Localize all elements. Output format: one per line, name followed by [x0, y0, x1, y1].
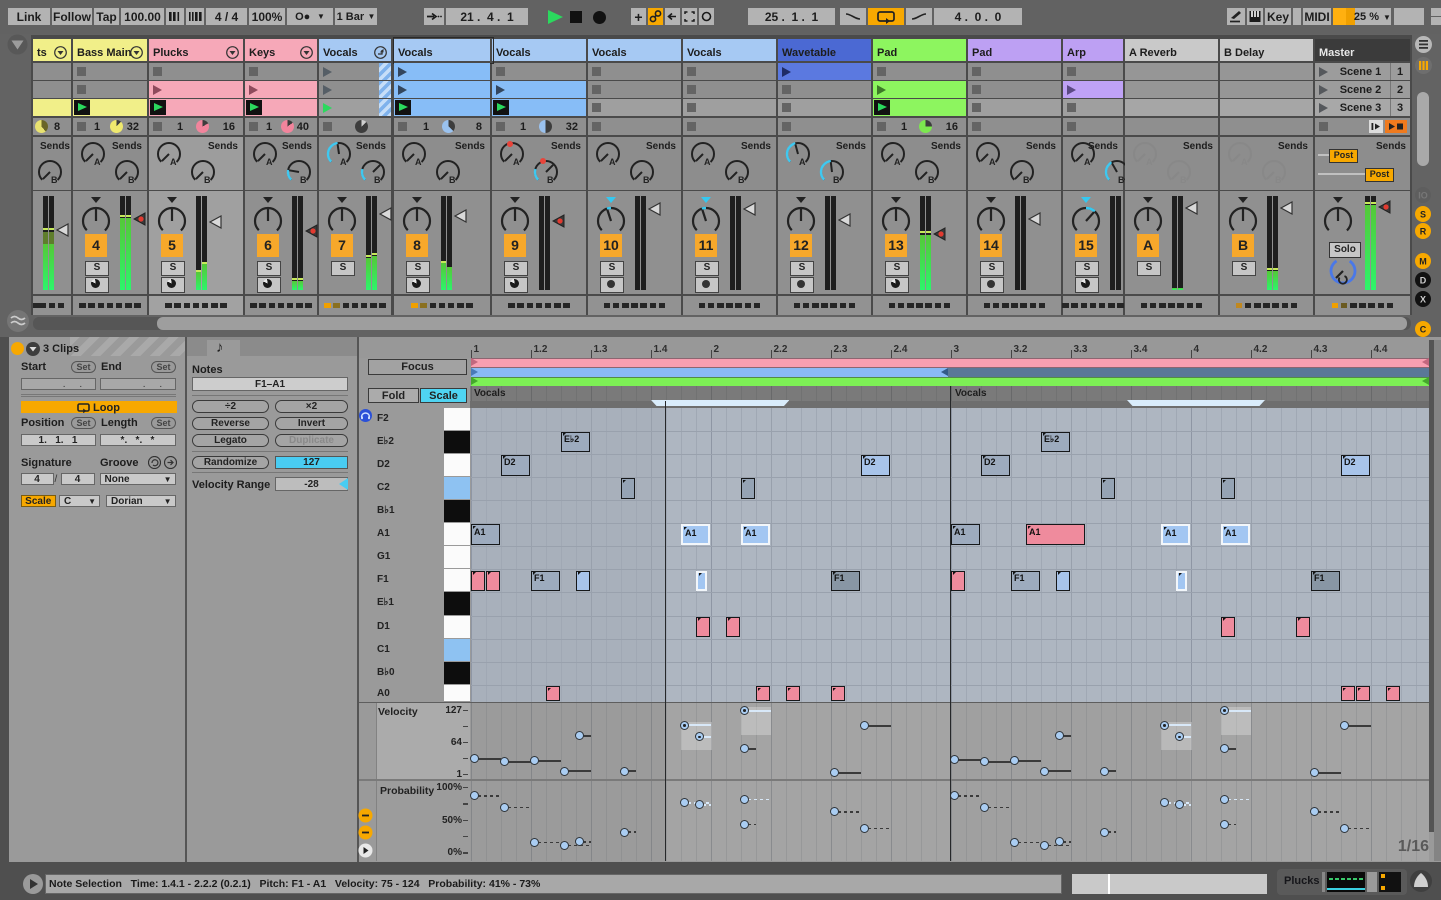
- svg-text:S: S: [1420, 210, 1426, 220]
- svg-text:C: C: [1420, 325, 1427, 335]
- svg-text:X: X: [1420, 295, 1426, 305]
- svg-text:D: D: [1420, 276, 1427, 286]
- svg-text:IO: IO: [1418, 191, 1428, 201]
- svg-text:M: M: [1419, 257, 1427, 267]
- svg-text:R: R: [1420, 227, 1427, 237]
